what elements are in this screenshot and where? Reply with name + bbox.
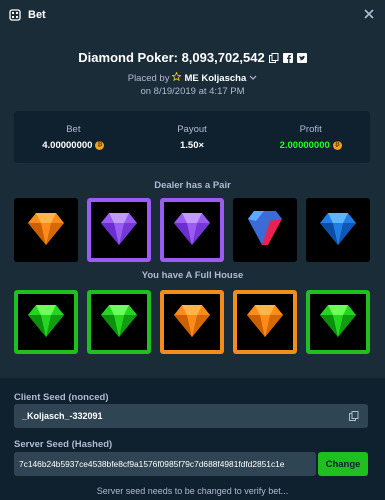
stat-bet: Bet 4.00000000 ₿ xyxy=(14,111,133,163)
dealer-hand-label: Dealer has a Pair xyxy=(154,180,231,191)
modal-header: Bet xyxy=(0,0,385,30)
modal-title: Bet xyxy=(28,9,46,21)
game-title: Diamond Poker: 8,093,702,542 xyxy=(0,50,385,65)
server-seed-value: 7c146b24b5937ce4538bfe8cf9a1576f0985f79c… xyxy=(19,459,285,469)
dealer-gem-tile-5 xyxy=(306,198,370,262)
bet-label: Bet xyxy=(66,123,81,135)
player-gem-tile-1 xyxy=(14,290,78,354)
purple-gem-icon xyxy=(169,205,215,256)
orange-gem-icon xyxy=(242,297,288,348)
player-gem-tile-5 xyxy=(306,290,370,354)
coin-icon: ₿ xyxy=(332,140,342,150)
change-seed-button[interactable]: Change xyxy=(318,452,368,476)
bet-value-row: 4.00000000 ₿ xyxy=(42,139,105,151)
dealer-gem-tile-3 xyxy=(160,198,224,262)
profit-label: Profit xyxy=(299,123,322,135)
fairness-panel: Client Seed (nonced) _Koljasch_-332091 S… xyxy=(0,378,385,500)
client-seed-label: Client Seed (nonced) xyxy=(14,392,109,403)
stat-profit: Profit 2.00000000 ₿ xyxy=(251,111,370,163)
bet-icon xyxy=(8,8,22,22)
player-gem-tile-3 xyxy=(160,290,224,354)
payout-label: Payout xyxy=(177,123,207,135)
verify-note: Server seed needs to be changed to verif… xyxy=(96,486,289,496)
close-icon[interactable] xyxy=(363,8,375,20)
star-icon xyxy=(171,71,183,84)
stat-payout: Payout 1.50× xyxy=(133,111,252,163)
coin-icon: ₿ xyxy=(95,140,105,150)
copy-icon[interactable] xyxy=(348,410,360,422)
chevron-down-icon[interactable] xyxy=(249,73,257,84)
purple-gem-icon xyxy=(96,205,142,256)
profit-value: 2.00000000 xyxy=(279,139,330,151)
green-gem-icon xyxy=(96,297,142,348)
username-link[interactable]: ME Koljascha xyxy=(184,73,246,84)
orange-gem-icon xyxy=(169,297,215,348)
bet-details: Diamond Poker: 8,093,702,542 Placed by M… xyxy=(0,30,385,500)
placed-by: Placed by ME Koljascha xyxy=(0,71,385,84)
stats-panel: Bet 4.00000000 ₿ Payout 1.50× Profit 2.0… xyxy=(14,111,370,163)
player-gem-tile-2 xyxy=(87,290,151,354)
server-seed-field[interactable]: 7c146b24b5937ce4538bfe8cf9a1576f0985f79c… xyxy=(14,452,316,476)
client-seed-value: _Koljasch_-332091 xyxy=(22,411,103,421)
bet-value: 4.00000000 xyxy=(42,139,93,151)
game-title-text: Diamond Poker: 8,093,702,542 xyxy=(78,50,265,65)
bet-date: on 8/19/2019 at 4:17 PM xyxy=(140,86,245,97)
payout-value: 1.50× xyxy=(179,139,205,151)
player-gems-row xyxy=(14,290,370,354)
green-gem-icon xyxy=(315,297,361,348)
green-gem-icon xyxy=(23,297,69,348)
client-seed-field[interactable]: _Koljasch_-332091 xyxy=(14,404,368,428)
dealer-gem-tile-2 xyxy=(87,198,151,262)
dealer-gem-tile-4 xyxy=(233,198,297,262)
red-gem-icon xyxy=(242,205,288,256)
player-hand-label: You have A Full House xyxy=(141,270,244,281)
dealer-gem-tile-1 xyxy=(14,198,78,262)
dealer-gems-row xyxy=(14,198,370,262)
facebook-icon[interactable] xyxy=(282,52,293,63)
profit-value-row: 2.00000000 ₿ xyxy=(280,140,342,151)
placed-by-prefix: Placed by xyxy=(127,72,170,84)
player-gem-tile-4 xyxy=(233,290,297,354)
twitter-icon[interactable] xyxy=(296,52,307,63)
blue-gem-icon xyxy=(315,205,361,256)
copy-icon[interactable] xyxy=(268,52,279,63)
server-seed-label: Server Seed (Hashed) xyxy=(14,439,113,450)
orange-gem-icon xyxy=(23,205,69,256)
